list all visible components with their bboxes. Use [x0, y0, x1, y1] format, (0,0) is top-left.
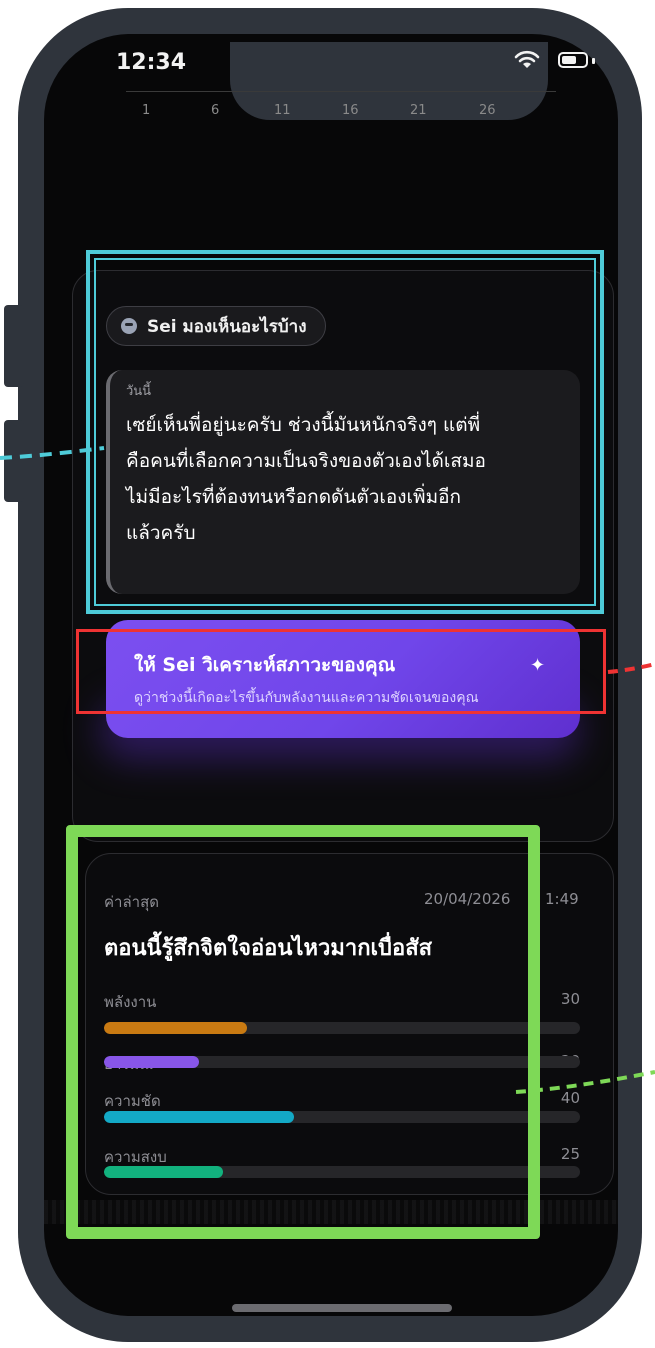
- axis-tick: 1: [142, 103, 151, 118]
- axis-tick: 16: [342, 103, 359, 118]
- wifi-icon: [514, 50, 540, 68]
- axis-tick: 26: [479, 103, 496, 118]
- metric-fill-energy: [104, 1022, 247, 1034]
- chart-axis-line: [126, 91, 556, 92]
- battery-icon: [558, 52, 588, 68]
- volume-up-button: [4, 305, 24, 387]
- mood-headline: ตอนนี้รู้สึกจิตใจอ่อนไหวมากเบื่อสัส: [104, 936, 433, 961]
- metric-bar-calm: [104, 1166, 580, 1178]
- status-time: 12:34: [116, 50, 187, 75]
- quote-text: เซย์เห็นพี่อยู่นะครับ ช่วงนี้มันหนักจริง…: [126, 407, 560, 551]
- axis-tick: 21: [410, 103, 427, 118]
- sei-insight-chip[interactable]: Sei มองเห็นอะไรบ้าง: [106, 306, 326, 346]
- metric-label-clarity: ความชัด: [104, 1092, 161, 1110]
- timestamp-time: 1:49: [545, 890, 579, 908]
- analyze-state-button[interactable]: ให้ Sei วิเคราะห์สภาวะของคุณ ดูว่าช่วงนี…: [106, 620, 580, 738]
- quote-line: แล้วครับ: [126, 522, 196, 544]
- metric-value-clarity: 40: [560, 1089, 580, 1107]
- cta-title: ให้ Sei วิเคราะห์สภาวะของคุณ: [134, 654, 396, 676]
- metric-value-calm: 25: [560, 1145, 580, 1163]
- quote-date-label: วันนี้: [126, 384, 152, 399]
- cta-subtitle: ดูว่าช่วงนี้เกิดอะไรขึ้นกับพลังงานและควา…: [134, 690, 479, 706]
- metric-bar-clarity: [104, 1111, 580, 1123]
- axis-tick: 11: [274, 103, 291, 118]
- home-indicator[interactable]: [232, 1304, 452, 1312]
- volume-down-button: [4, 420, 24, 502]
- metric-value-energy: 30: [560, 990, 580, 1008]
- tab-bar-strip: [44, 1200, 618, 1224]
- sei-quote-box: วันนี้ เซย์เห็นพี่อยู่นะครับ ช่วงนี้มันห…: [106, 370, 580, 594]
- metric-bar-energy: [104, 1022, 580, 1034]
- quote-line: คือคนที่เลือกความเป็นจริงของตัวเองได้เสม…: [126, 450, 486, 472]
- metric-fill-calm: [104, 1166, 223, 1178]
- sparkle-icon: ✦: [530, 655, 546, 676]
- latest-label: ค่าล่าสุด: [104, 893, 159, 911]
- axis-tick: 6: [211, 103, 220, 118]
- metric-label-energy: พลังงาน: [104, 993, 157, 1011]
- quote-line: เซย์เห็นพี่อยู่นะครับ ช่วงนี้มันหนักจริง…: [126, 414, 481, 436]
- chip-label: Sei มองเห็นอะไรบ้าง: [147, 316, 307, 337]
- skull-icon: [121, 318, 137, 334]
- metric-bar-mood: [104, 1056, 580, 1068]
- metric-fill-clarity: [104, 1111, 295, 1123]
- metric-fill-mood: [104, 1056, 200, 1068]
- quote-line: ไม่มีอะไรที่ต้องทนหรือกดดันตัวเองเพิ่มอี…: [126, 486, 462, 508]
- timestamp-date: 20/04/2026: [424, 890, 511, 908]
- battery-tip: [592, 58, 595, 64]
